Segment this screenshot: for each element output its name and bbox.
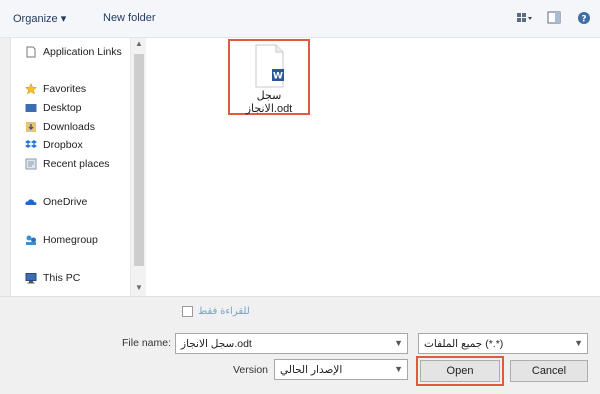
nav-item-label: Application Links: [43, 46, 122, 58]
scroll-down-icon[interactable]: ▼: [131, 282, 147, 294]
toolbar-icons: ?: [516, 10, 592, 26]
pc-icon: [25, 272, 37, 284]
nav-item-label: Downloads: [43, 121, 95, 133]
nav-item-label: OneDrive: [43, 196, 88, 208]
recent-places-icon: [25, 158, 37, 170]
grid-view-icon[interactable]: [516, 10, 532, 26]
file-type-select[interactable]: جميع الملفات (*.*) ▼: [418, 333, 588, 354]
nav-item-label: This PC: [43, 272, 81, 284]
dropbox-icon: [25, 139, 37, 151]
file-name-label: سجل الانجاز.odt: [230, 90, 308, 116]
document-icon: [25, 46, 37, 58]
navigation-scrollbar[interactable]: ▲ ▼: [130, 38, 146, 296]
new-folder-button[interactable]: New folder: [103, 12, 156, 24]
toolbar: Organize ▾ New folder ?: [0, 0, 600, 38]
svg-text:W: W: [273, 72, 283, 82]
file-name-label: File name:: [122, 337, 172, 349]
nav-item-label: Recent places: [43, 158, 110, 170]
version-value: الإصدار الحالي: [280, 363, 343, 376]
file-name-input[interactable]: سجل الانجاز.odt ▼: [175, 333, 408, 354]
readonly-checkbox[interactable]: [182, 306, 193, 317]
open-button[interactable]: Open: [420, 360, 500, 382]
readonly-option[interactable]: للقراءة فقط: [182, 306, 250, 317]
version-select[interactable]: الإصدار الحالي ▼: [274, 359, 408, 380]
file-name-value: سجل الانجاز.odt: [181, 337, 252, 350]
chevron-down-icon[interactable]: ▼: [394, 338, 403, 348]
desktop-icon: [25, 102, 37, 114]
file-name-line-2: الانجاز.odt: [245, 103, 293, 115]
nav-item-favorites[interactable]: Favorites: [24, 81, 87, 97]
word-document-icon: W: [250, 44, 288, 91]
star-icon: [24, 82, 38, 95]
nav-item-this-pc[interactable]: This PC: [25, 270, 80, 286]
homegroup-icon: [25, 234, 37, 246]
nav-item-label: Favorites: [43, 83, 87, 95]
nav-item-homegroup[interactable]: Homegroup: [25, 232, 98, 248]
nav-item-dropbox[interactable]: Dropbox: [25, 137, 83, 153]
nav-item-onedrive[interactable]: OneDrive: [25, 194, 87, 210]
help-icon[interactable]: ?: [576, 10, 592, 26]
file-item[interactable]: W سجل الانجاز.odt: [228, 39, 310, 115]
chevron-down-icon[interactable]: ▼: [394, 364, 403, 374]
file-type-value: جميع الملفات (*.*): [424, 337, 504, 350]
preview-pane-icon[interactable]: [546, 10, 562, 26]
nav-item-desktop[interactable]: Desktop: [25, 100, 82, 116]
nav-item-recent-places[interactable]: Recent places: [25, 156, 110, 172]
chevron-down-icon[interactable]: ▼: [574, 338, 583, 348]
cancel-button[interactable]: Cancel: [510, 360, 588, 382]
nav-item-downloads[interactable]: Downloads: [25, 119, 95, 135]
file-list: W سجل الانجاز.odt: [146, 38, 600, 296]
nav-item-label: Dropbox: [43, 139, 83, 151]
organize-button[interactable]: Organize ▾: [13, 12, 66, 25]
scroll-up-icon[interactable]: ▲: [131, 38, 147, 50]
nav-item-application-links[interactable]: Application Links: [25, 44, 122, 60]
cloud-icon: [25, 196, 37, 208]
svg-text:?: ?: [581, 15, 586, 25]
nav-item-label: Homegroup: [43, 234, 98, 246]
downloads-icon: [25, 121, 37, 133]
navigation-pane: Application Links Favorites Desktop Down…: [10, 38, 146, 296]
nav-item-label: Desktop: [43, 102, 82, 114]
scroll-thumb[interactable]: [134, 54, 144, 266]
version-label: Version: [233, 364, 269, 376]
readonly-label: للقراءة فقط: [198, 306, 250, 317]
file-name-line-1: سجل: [256, 90, 282, 102]
